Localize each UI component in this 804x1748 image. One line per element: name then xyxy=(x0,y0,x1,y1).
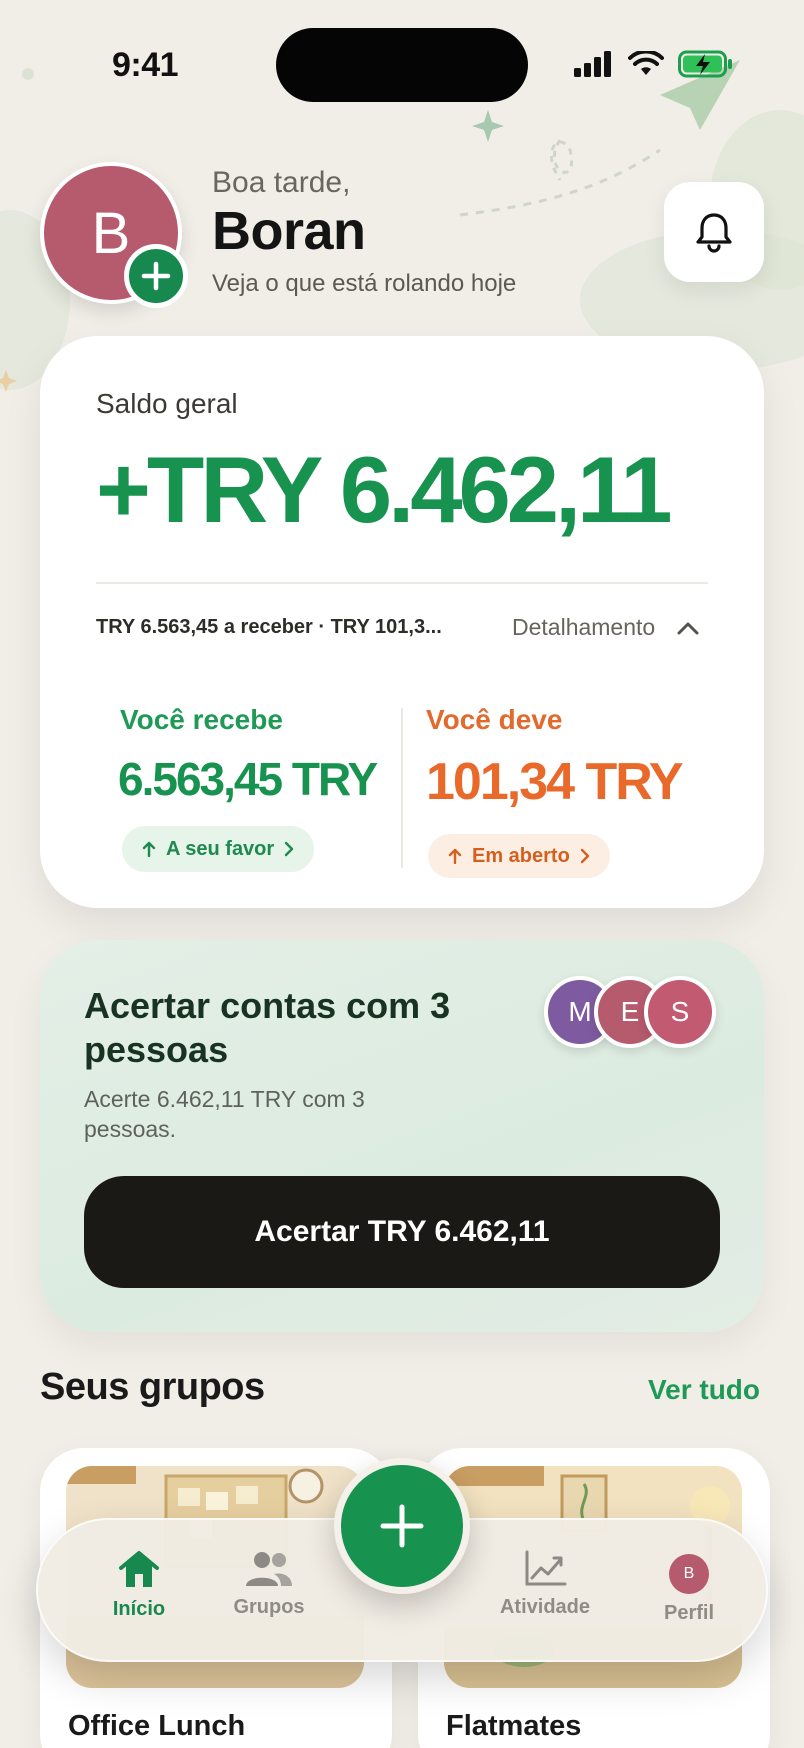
avatar-initial: E xyxy=(620,996,640,1027)
tab-label: Início xyxy=(112,1598,166,1620)
tab-profile[interactable]: B Perfil xyxy=(624,1554,754,1625)
notifications-button[interactable] xyxy=(664,182,764,282)
balance-summary: TRY 6.563,45 a receber · TRY 101,3... xyxy=(96,616,442,638)
owe-amount: 101,34 TRY xyxy=(426,753,684,811)
user-name: Boran xyxy=(212,201,366,261)
avatar-initial: B xyxy=(91,200,131,266)
tab-groups[interactable]: Grupos xyxy=(204,1550,334,1619)
people-icon xyxy=(246,1552,292,1586)
tab-label: Atividade xyxy=(499,1596,591,1618)
in-your-favor-chip[interactable]: A seu favor xyxy=(122,826,315,872)
groups-section-title: Seus grupos xyxy=(40,1366,265,1408)
chevron-right-icon xyxy=(284,841,294,857)
dynamic-island xyxy=(276,28,528,102)
greeting-subtitle: Veja o que está rolando hoje xyxy=(212,270,517,297)
group-name: Flatmates xyxy=(446,1710,582,1742)
home-icon xyxy=(119,1551,159,1587)
settle-up-card: Acertar contas com 3 pessoas Acerte 6.46… xyxy=(40,940,764,1332)
plus-icon xyxy=(380,1504,424,1548)
wifi-icon xyxy=(628,51,664,75)
settle-subtitle: Acerte 6.462,11 TRY com 3 pessoas. xyxy=(84,1086,365,1142)
balance-label: Saldo geral xyxy=(96,388,238,419)
breakdown-toggle[interactable]: Detalhamento xyxy=(512,614,699,641)
owe-label: Você deve xyxy=(426,704,563,735)
settle-up-button[interactable]: Acertar TRY 6.462,11 xyxy=(84,1176,720,1288)
tab-label: Perfil xyxy=(663,1602,715,1624)
breakdown-label: Detalhamento xyxy=(512,614,656,640)
chevron-right-icon xyxy=(580,848,590,864)
avatar: S xyxy=(644,976,716,1048)
receive-amount: 6.563,45 TRY xyxy=(118,753,378,805)
receive-label: Você recebe xyxy=(120,704,283,735)
plus-icon xyxy=(141,261,171,291)
balance-amount: +TRY 6.462,11 xyxy=(96,437,673,542)
divider xyxy=(96,582,708,584)
settle-title: Acertar contas com 3 pessoas xyxy=(84,985,451,1070)
settle-avatar-stack[interactable]: M E S xyxy=(544,976,724,1050)
status-icons xyxy=(574,50,734,78)
column-divider xyxy=(401,708,403,868)
arrow-up-icon xyxy=(448,848,462,864)
greeting-text: Boa tarde, xyxy=(212,166,351,199)
bell-icon xyxy=(696,213,732,253)
balance-card: Saldo geral +TRY 6.462,11 TRY 6.563,45 a… xyxy=(40,336,764,908)
group-name: Office Lunch xyxy=(68,1710,246,1742)
add-expense-button[interactable] xyxy=(334,1458,470,1594)
arrow-up-icon xyxy=(142,841,156,857)
see-all-link[interactable]: Ver tudo xyxy=(648,1374,760,1406)
avatar-initial: S xyxy=(670,996,690,1027)
avatar-initial: M xyxy=(568,996,592,1027)
cellular-signal-icon xyxy=(574,51,611,77)
chart-icon xyxy=(525,1550,567,1586)
status-time: 9:41 xyxy=(112,46,179,84)
battery-charging-icon xyxy=(678,50,732,78)
open-debt-chip[interactable]: Em aberto xyxy=(428,834,610,878)
avatar: B xyxy=(669,1554,709,1594)
tab-label: Grupos xyxy=(233,1596,305,1618)
avatar-initial: B xyxy=(683,1565,695,1582)
tab-home[interactable]: Início xyxy=(74,1550,204,1621)
tab-activity[interactable]: Atividade xyxy=(480,1550,610,1619)
receive-badge-label: A seu favor xyxy=(166,837,275,860)
owe-badge-label: Em aberto xyxy=(472,844,570,867)
chevron-up-icon xyxy=(677,622,699,634)
add-avatar-button[interactable] xyxy=(124,244,188,308)
